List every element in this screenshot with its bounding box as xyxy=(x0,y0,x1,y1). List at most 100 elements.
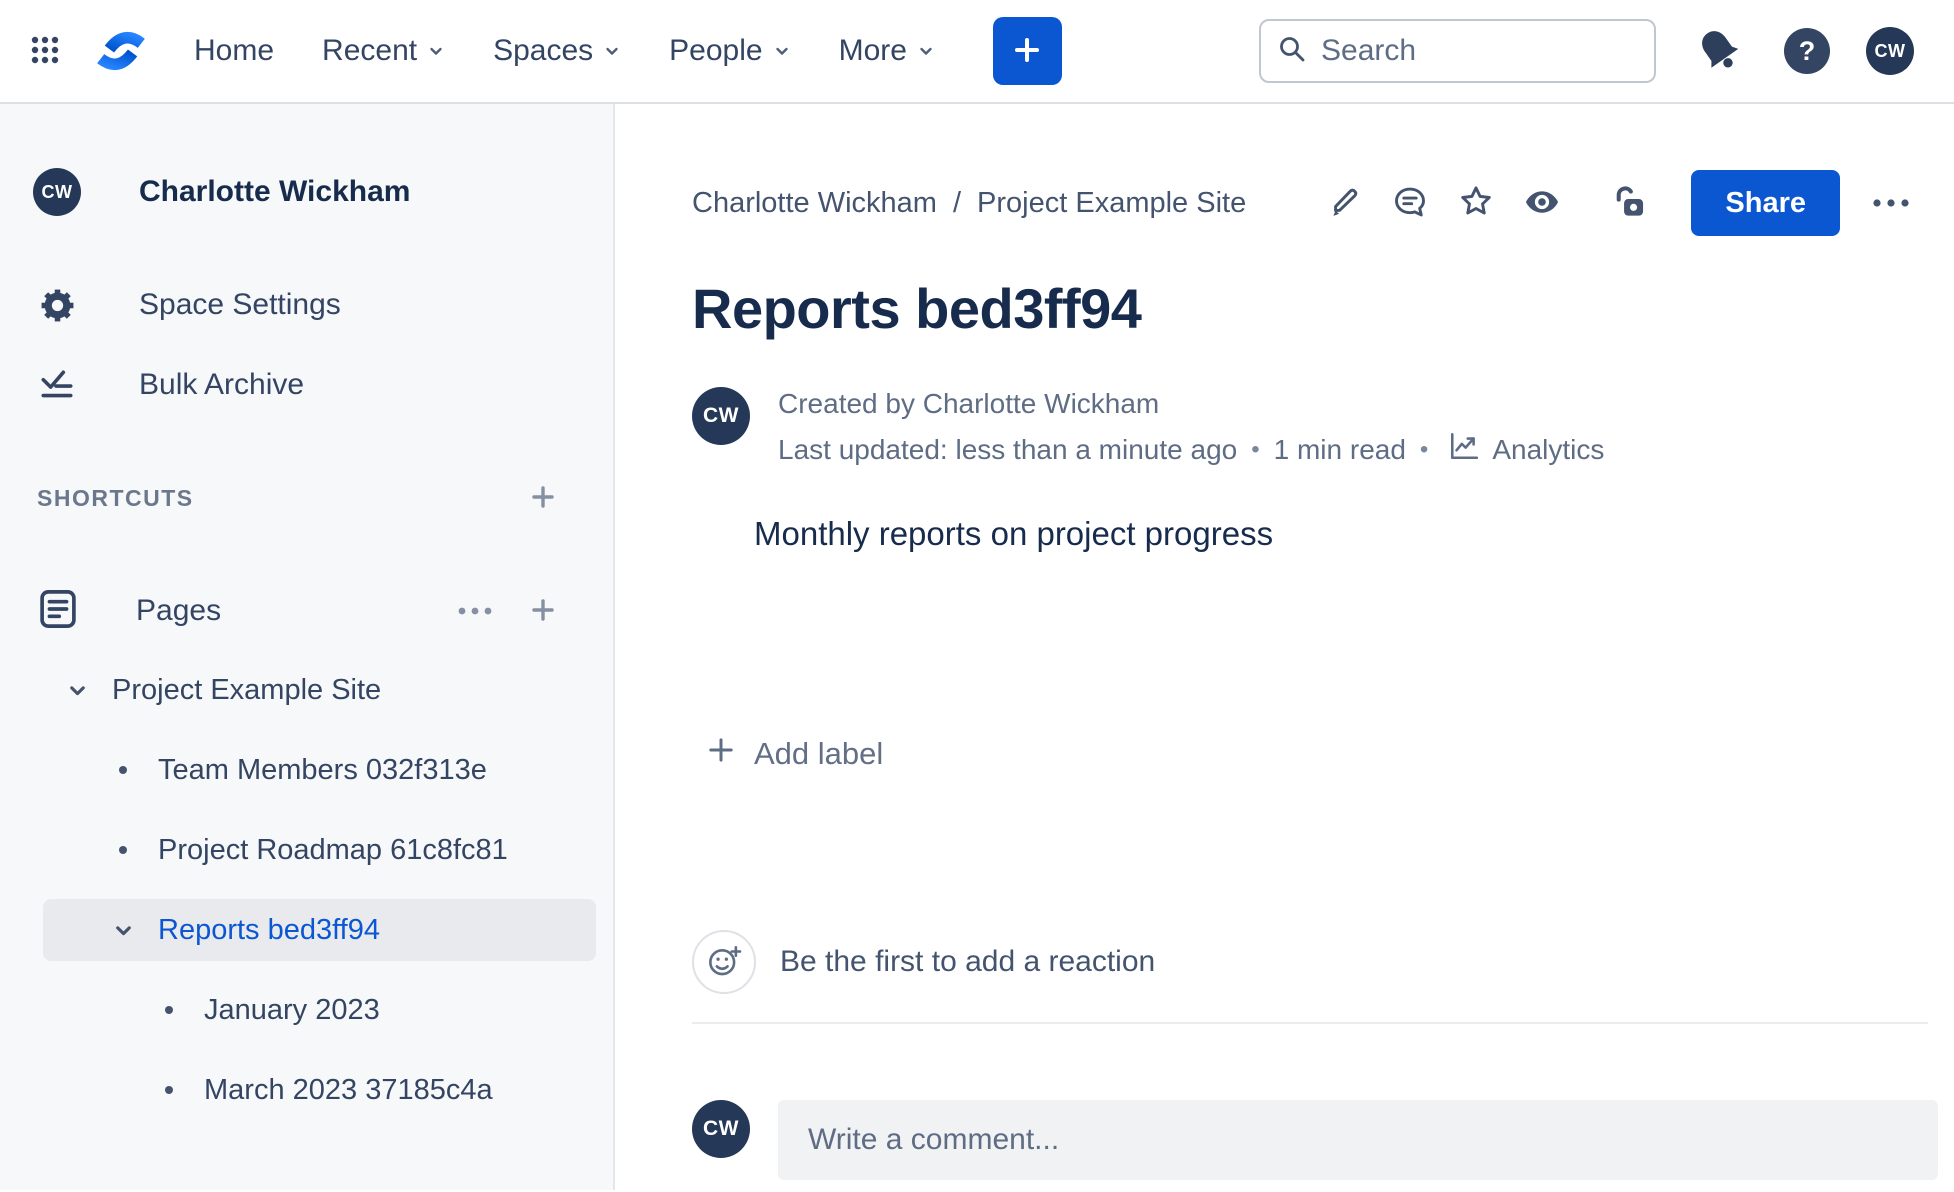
sidebar-item-space-settings[interactable]: Space Settings xyxy=(0,281,613,329)
inline-comment-button[interactable] xyxy=(1377,170,1443,236)
ellipsis-icon xyxy=(1872,196,1910,211)
top-navigation-bar: Home Recent Spaces People More Search ? … xyxy=(0,0,1954,104)
nav-home[interactable]: Home xyxy=(194,34,274,68)
tree-item-project-roadmap[interactable]: Project Roadmap 61c8fc81 xyxy=(0,810,613,890)
sidebar-item-label: Space Settings xyxy=(139,288,341,321)
search-icon xyxy=(1277,34,1307,69)
shortcuts-heading: SHORTCUTS xyxy=(37,484,194,511)
chevron-down-icon[interactable] xyxy=(60,679,94,702)
comment-bubble-icon xyxy=(1392,184,1428,223)
emoji-add-icon xyxy=(705,942,743,983)
share-button[interactable]: Share xyxy=(1691,170,1840,236)
bulk-archive-icon xyxy=(33,366,81,404)
plus-icon xyxy=(706,735,736,773)
add-shortcut-button[interactable] xyxy=(529,483,557,514)
bell-icon xyxy=(1694,25,1744,78)
analytics-link[interactable]: Analytics xyxy=(1448,430,1604,469)
bullet-dot xyxy=(119,846,127,854)
pages-more-button[interactable] xyxy=(457,604,493,619)
sidebar-pages-header[interactable]: Pages xyxy=(0,587,613,635)
avatar: CW xyxy=(692,387,750,445)
plus-icon xyxy=(1011,34,1043,69)
tree-item-reports-selected[interactable]: Reports bed3ff94 xyxy=(0,890,613,970)
tree-item-label: January 2023 xyxy=(204,993,380,1026)
sidebar-space-header[interactable]: CW Charlotte Wickham xyxy=(0,168,613,216)
space-sidebar: CW Charlotte Wickham Space Settings Bulk… xyxy=(0,104,615,1190)
search-input[interactable] xyxy=(1321,34,1638,68)
sidebar-item-bulk-archive[interactable]: Bulk Archive xyxy=(0,361,613,409)
breadcrumb-parent-link[interactable]: Project Example Site xyxy=(977,187,1246,220)
nav-more[interactable]: More xyxy=(839,34,935,68)
search-box[interactable] xyxy=(1259,19,1656,83)
tree-item-label: Project Example Site xyxy=(112,673,382,706)
add-label-button[interactable]: Add label xyxy=(706,726,883,782)
help-button[interactable]: ? xyxy=(1784,28,1830,74)
tree-item-label: Team Members 032f313e xyxy=(158,753,487,786)
app-switcher-button[interactable] xyxy=(30,35,60,68)
shortcuts-section-header: SHORTCUTS xyxy=(0,483,613,513)
page-body-text: Monthly reports on project progress xyxy=(754,515,1274,552)
tree-item-label: March 2023 37185c4a xyxy=(204,1073,493,1106)
byline-separator: • xyxy=(1419,435,1429,463)
profile-menu-button[interactable]: CW xyxy=(1866,27,1914,75)
tree-item-label: Project Roadmap 61c8fc81 xyxy=(158,833,508,866)
tree-item-project-example-site[interactable]: Project Example Site xyxy=(0,650,613,730)
watch-eye-icon xyxy=(1523,183,1561,224)
byline: CW Created by Charlotte Wickham Last upd… xyxy=(692,387,1954,470)
page-tree: Project Example Site Team Members 032f31… xyxy=(0,650,613,1130)
pages-icon xyxy=(36,587,80,636)
ellipsis-icon xyxy=(457,604,493,619)
breadcrumb-space-link[interactable]: Charlotte Wickham xyxy=(692,187,937,220)
plus-icon xyxy=(529,483,557,514)
restrictions-button[interactable] xyxy=(1597,170,1663,236)
created-by-text: Created by Charlotte Wickham xyxy=(778,388,1160,419)
create-button[interactable] xyxy=(992,17,1062,85)
bullet-dot xyxy=(165,1006,173,1014)
add-reaction-button[interactable] xyxy=(692,930,756,994)
pages-heading: Pages xyxy=(136,594,222,627)
breadcrumb-separator: / xyxy=(952,186,962,219)
plus-icon xyxy=(529,596,557,627)
chevron-down-icon xyxy=(917,34,935,68)
tree-item-label: Reports bed3ff94 xyxy=(158,913,380,946)
tree-item-team-members[interactable]: Team Members 032f313e xyxy=(0,730,613,810)
analytics-label: Analytics xyxy=(1492,433,1605,465)
avatar: CW xyxy=(33,168,81,216)
chevron-down-icon xyxy=(773,34,791,68)
byline-separator: • xyxy=(1251,435,1260,463)
nav-spaces[interactable]: Spaces xyxy=(493,34,621,68)
edit-button[interactable] xyxy=(1311,170,1377,236)
tree-item-january-2023[interactable]: January 2023 xyxy=(0,970,613,1050)
pencil-icon xyxy=(1326,184,1362,223)
nav-recent[interactable]: Recent xyxy=(322,34,445,68)
analytics-chart-icon xyxy=(1448,430,1480,469)
star-icon xyxy=(1458,184,1494,223)
notifications-button[interactable] xyxy=(1694,25,1744,78)
comment-input-box[interactable] xyxy=(778,1100,1938,1180)
create-page-button[interactable] xyxy=(529,596,557,627)
chevron-down-icon xyxy=(603,34,621,68)
favourite-button[interactable] xyxy=(1443,170,1509,236)
chevron-down-icon xyxy=(427,34,445,68)
nav-people[interactable]: People xyxy=(669,34,790,68)
chevron-down-icon[interactable] xyxy=(106,919,140,942)
avatar: CW xyxy=(1866,27,1914,75)
reactions-section: Be the first to add a reaction xyxy=(692,930,1954,994)
comments-divider xyxy=(692,1022,1928,1024)
watch-button[interactable] xyxy=(1509,170,1575,236)
question-mark-icon: ? xyxy=(1798,35,1816,66)
avatar: CW xyxy=(692,1100,750,1158)
bullet-dot xyxy=(119,766,127,774)
bullet-dot xyxy=(165,1086,173,1094)
app-grid-icon xyxy=(30,35,60,68)
gear-icon xyxy=(33,287,81,324)
tree-item-march-2023[interactable]: March 2023 37185c4a xyxy=(0,1050,613,1130)
confluence-logo[interactable] xyxy=(92,27,150,75)
reaction-prompt-text: Be the first to add a reaction xyxy=(780,945,1156,978)
page-content: Charlotte Wickham / Project Example Site xyxy=(615,104,1954,1190)
space-name: Charlotte Wickham xyxy=(139,175,411,208)
last-updated-text: Last updated: less than a minute ago xyxy=(778,433,1238,465)
more-actions-button[interactable] xyxy=(1858,170,1924,236)
read-time-text: 1 min read xyxy=(1273,433,1406,465)
comment-input[interactable] xyxy=(808,1123,1908,1157)
